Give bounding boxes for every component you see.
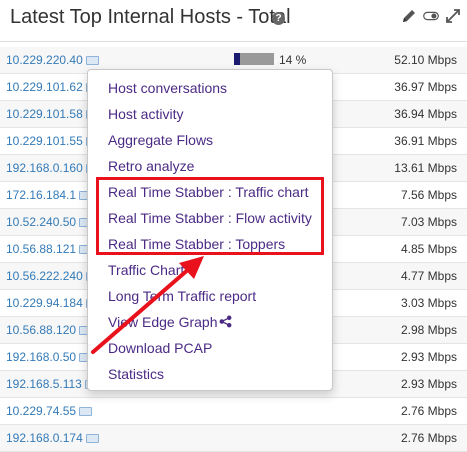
host-link[interactable]: 10.52.240.50 (6, 215, 93, 229)
traffic-rate: 2.76 Mbps (400, 431, 457, 445)
table-row: 10.229.74.55 2.76 Mbps (0, 398, 467, 425)
header-divider (0, 41, 467, 42)
traffic-rate: 7.56 Mbps (400, 188, 457, 202)
traffic-rate: 2.93 Mbps (400, 350, 457, 364)
menu-item-view-edge-graph[interactable]: View Edge Graph (108, 314, 232, 331)
host-link[interactable]: 192.168.0.160 (6, 161, 99, 175)
host-link[interactable]: 172.16.184.1 (6, 188, 93, 202)
host-link[interactable]: 10.229.74.55 (6, 404, 93, 418)
host-link[interactable]: 192.168.5.113 (6, 377, 98, 391)
traffic-rate: 4.85 Mbps (400, 242, 457, 256)
host-link[interactable]: 10.56.222.240 (6, 269, 99, 283)
traffic-rate: 3.03 Mbps (400, 296, 457, 310)
menu-item-retro-analyze[interactable]: Retro analyze (108, 158, 194, 174)
menu-item-traffic-chart[interactable]: Traffic Chart (108, 262, 184, 278)
host-link[interactable]: 10.56.88.121 (6, 242, 93, 256)
widget-title: Latest Top Internal Hosts - Total (10, 6, 291, 28)
traffic-rate: 52.10 Mbps (394, 53, 457, 67)
menu-item-host-conversations[interactable]: Host conversations (108, 80, 227, 96)
expand-icon[interactable] (445, 8, 461, 24)
toggle-icon[interactable] (423, 8, 439, 24)
host-link[interactable]: 10.229.101.62 (6, 80, 99, 94)
host-link[interactable]: 192.168.0.174 (6, 431, 99, 445)
traffic-rate: 13.61 Mbps (394, 161, 457, 175)
network-icon (85, 434, 99, 444)
help-icon[interactable]: ? (272, 12, 285, 25)
traffic-rate: 2.76 Mbps (400, 404, 457, 418)
network-icon (79, 407, 93, 417)
traffic-rate: 2.93 Mbps (400, 377, 457, 391)
host-link[interactable]: 10.229.220.40 (6, 53, 99, 67)
menu-item-long-term-report[interactable]: Long Term Traffic report (108, 288, 256, 304)
table-row: 192.168.0.174 2.76 Mbps (0, 425, 467, 452)
widget-header: Latest Top Internal Hosts - Total ? (0, 0, 467, 40)
host-link[interactable]: 10.229.94.184 (6, 296, 99, 310)
host-link[interactable]: 10.229.101.58 (6, 107, 99, 121)
menu-item-statistics[interactable]: Statistics (108, 366, 164, 382)
menu-item-aggregate-flows[interactable]: Aggregate Flows (108, 132, 213, 148)
traffic-share-bar-fill (234, 53, 240, 65)
host-link[interactable]: 10.56.88.120 (6, 323, 93, 337)
traffic-share-percent: 14 % (279, 53, 307, 67)
traffic-rate: 36.94 Mbps (394, 107, 457, 121)
traffic-share-bar (234, 53, 274, 65)
network-icon (85, 56, 99, 66)
traffic-rate: 36.97 Mbps (394, 80, 457, 94)
widget-toolbar (401, 8, 461, 24)
annotation-highlight-box (96, 177, 324, 255)
traffic-rate: 2.98 Mbps (400, 323, 457, 337)
pencil-icon[interactable] (401, 8, 417, 24)
host-link[interactable]: 192.168.0.50 (6, 350, 93, 364)
host-link[interactable]: 10.229.101.55 (6, 134, 99, 148)
traffic-rate: 7.03 Mbps (400, 215, 457, 229)
traffic-rate: 4.77 Mbps (400, 269, 457, 283)
menu-item-host-activity[interactable]: Host activity (108, 106, 183, 122)
share-icon (219, 315, 232, 331)
menu-item-download-pcap[interactable]: Download PCAP (108, 340, 212, 356)
traffic-rate: 36.91 Mbps (394, 134, 457, 148)
